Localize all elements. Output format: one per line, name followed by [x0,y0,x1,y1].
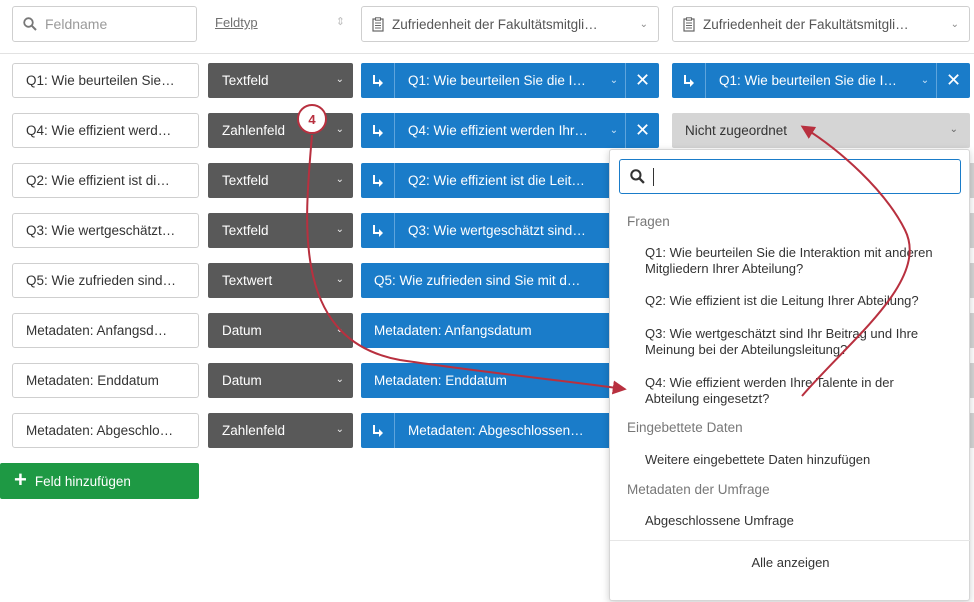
annotation-arrow-to-unmapped [800,125,911,397]
annotation-arrow-to-option [306,134,627,395]
annotation-arrows [306,125,911,397]
step-badge: 4 [297,104,327,134]
